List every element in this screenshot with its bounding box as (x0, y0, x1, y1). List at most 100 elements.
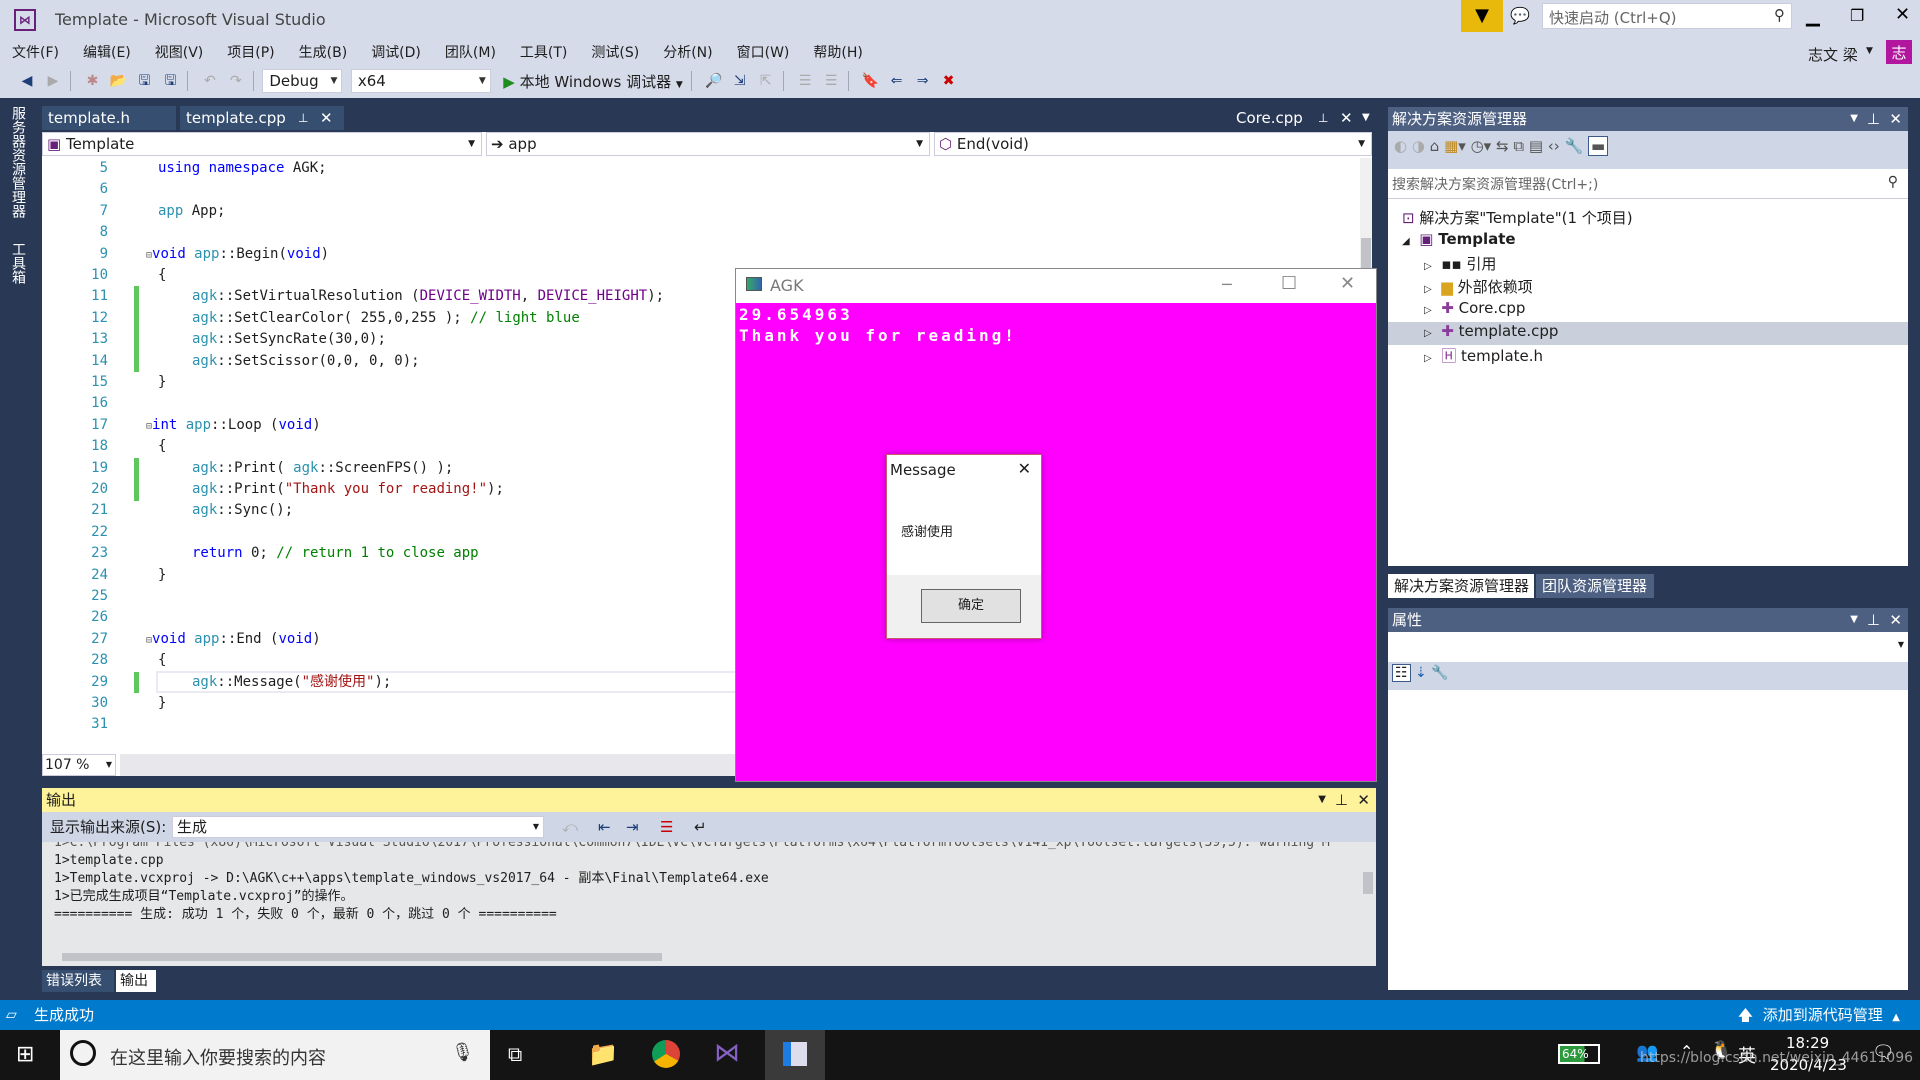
ok-button[interactable]: 确定 (921, 589, 1021, 623)
properties-object-dropdown[interactable]: ▼ (1388, 632, 1908, 662)
collapsed-arrow-icon[interactable]: ▷ (1424, 284, 1432, 295)
forward-icon[interactable]: ▶ (42, 70, 64, 92)
panel-menu-icon[interactable]: ▼ (1850, 608, 1858, 632)
tree-item-solution[interactable]: ⊡ 解决方案"Template"(1 个项目) (1402, 207, 1633, 228)
menu-analyze[interactable]: 分析(N) (651, 40, 724, 64)
home-icon[interactable]: ⌂ (1430, 137, 1440, 155)
undo-icon[interactable]: ↶ (199, 70, 221, 92)
scroll-thumb[interactable] (62, 953, 662, 961)
user-avatar[interactable]: 志 (1886, 40, 1912, 66)
bookmark-icon[interactable]: 🔖 (860, 70, 882, 92)
switch-views-icon[interactable]: ▦ (1444, 137, 1458, 155)
tree-item-references[interactable]: ▷ ▪▪ 引用 (1424, 253, 1496, 274)
tab-close-icon[interactable]: ✕ (1340, 106, 1353, 130)
taskbar-search-box[interactable]: 在这里输入你要搜索的内容 🎙 (60, 1030, 490, 1080)
tree-item-template-h[interactable]: ▷ 🄷 template.h (1424, 345, 1543, 366)
tree-item-template-cpp[interactable]: ▷ ✚ template.cpp (1388, 322, 1908, 345)
source-control-button[interactable]: 🡅 添加到源代码管理 ▲ (1738, 1000, 1900, 1033)
tree-item-external-deps[interactable]: ▷ ▆ 外部依赖项 (1424, 276, 1533, 297)
tab-close-icon[interactable]: ✕ (320, 106, 333, 130)
start-debugging-button[interactable]: ▶ 本地 Windows 调试器 ▼ (503, 71, 683, 92)
menu-build[interactable]: 生成(B) (287, 40, 360, 64)
next-message-icon[interactable]: ⇥ (626, 812, 639, 842)
tab-team-explorer[interactable]: 团队资源管理器 (1536, 574, 1654, 598)
minimize-button[interactable]: ▁ (1806, 6, 1820, 27)
new-project-icon[interactable]: ✱ (81, 70, 103, 92)
step-into-icon[interactable]: ⇲ (729, 70, 751, 92)
uncomment-icon[interactable]: ☰ (820, 70, 842, 92)
output-vertical-scrollbar[interactable] (1360, 842, 1376, 950)
tab-core-cpp[interactable]: Core.cpp ⊥ ✕ ▼ (1230, 106, 1380, 130)
task-view-icon[interactable]: ⧉ (508, 1042, 522, 1066)
go-to-location-icon[interactable]: ⤺ (562, 812, 578, 842)
panel-menu-icon[interactable]: ▼ (1850, 107, 1858, 131)
menu-debug[interactable]: 调试(D) (359, 40, 433, 64)
microphone-icon[interactable]: 🎙 (451, 1042, 474, 1063)
user-dropdown-icon[interactable]: ▼ (1866, 46, 1873, 56)
tab-template-cpp[interactable]: template.cpp ⊥ ✕ (180, 106, 344, 130)
menu-edit[interactable]: 编辑(E) (71, 40, 143, 64)
tab-error-list[interactable]: 错误列表 (42, 970, 114, 992)
pending-changes-icon[interactable]: ◷ (1471, 137, 1484, 155)
platform-dropdown[interactable]: x64 ▼ (350, 69, 491, 93)
view-code-icon[interactable]: ‹› (1548, 137, 1560, 155)
previous-message-icon[interactable]: ⇤ (598, 812, 611, 842)
pin-icon[interactable]: ⊥ (298, 106, 308, 130)
collapse-all-icon[interactable]: ⧉ (1513, 137, 1524, 155)
chrome-icon[interactable] (652, 1040, 680, 1068)
back-icon[interactable]: ◀ (16, 70, 38, 92)
quick-launch-input[interactable]: 快速启动 (Ctrl+Q) ⚲ (1542, 3, 1792, 29)
open-file-icon[interactable]: 📂 (107, 70, 129, 92)
pin-icon[interactable]: ⊥ (1335, 788, 1348, 812)
maximize-button[interactable]: ☐ (1281, 273, 1297, 294)
output-source-dropdown[interactable]: 生成 ▼ (172, 816, 544, 838)
scroll-thumb[interactable] (1363, 872, 1373, 894)
pin-icon[interactable]: ⊥ (1318, 106, 1328, 130)
menu-file[interactable]: 文件(F) (0, 40, 71, 64)
find-in-files-icon[interactable]: 🔎 (703, 70, 725, 92)
categorized-icon[interactable]: ☷ (1392, 664, 1411, 682)
pin-icon[interactable]: ⊥ (1867, 608, 1880, 632)
prev-bookmark-icon[interactable]: ⇐ (886, 70, 908, 92)
menu-window[interactable]: 窗口(W) (725, 40, 802, 64)
member-dropdown[interactable]: ⬡ End(void) ▼ (934, 132, 1372, 156)
agk-title-bar[interactable]: AGK ─ ☐ ✕ (736, 269, 1376, 303)
panel-close-icon[interactable]: ✕ (1357, 788, 1370, 812)
save-icon[interactable]: 🖫 (133, 70, 155, 92)
zoom-dropdown[interactable]: 107 % ▼ (42, 754, 116, 776)
clear-bookmarks-icon[interactable]: ✖ (938, 70, 960, 92)
project-dropdown[interactable]: ▣ Template ▼ (42, 132, 482, 156)
collapsed-arrow-icon[interactable]: ▷ (1424, 261, 1432, 272)
alphabetical-icon[interactable]: ⇣ (1415, 665, 1427, 681)
collapsed-arrow-icon[interactable]: ▷ (1424, 353, 1432, 364)
step-over-icon[interactable]: ⇱ (755, 70, 777, 92)
tab-solution-explorer[interactable]: 解决方案资源管理器 (1388, 574, 1534, 598)
agk-taskbar-button[interactable] (765, 1030, 825, 1080)
menu-view[interactable]: 视图(V) (143, 40, 216, 64)
forward-icon[interactable]: ◑ (1412, 137, 1425, 155)
close-button[interactable]: ✕ (1340, 273, 1355, 294)
pin-icon[interactable]: ⊥ (1867, 107, 1880, 131)
preview-icon[interactable]: ▬ (1588, 136, 1609, 156)
properties-icon[interactable]: 🔧 (1565, 137, 1584, 155)
panel-menu-icon[interactable]: ▼ (1318, 788, 1326, 812)
dialog-close-button[interactable]: ✕ (1018, 459, 1031, 478)
windows-start-button[interactable]: ⊞ (16, 1042, 34, 1067)
user-name[interactable]: 志文 梁 (1808, 44, 1858, 65)
word-wrap-icon[interactable]: ↵ (694, 812, 707, 842)
tab-template-h[interactable]: template.h (42, 106, 176, 130)
menu-test[interactable]: 测试(S) (579, 40, 651, 64)
filter-notification-icon[interactable]: ▼ (1461, 0, 1503, 32)
battery-indicator[interactable]: 64% (1558, 1044, 1600, 1064)
solution-search-input[interactable]: 搜索解决方案资源管理器(Ctrl+;) ⚲ (1388, 169, 1908, 199)
property-pages-icon[interactable]: 🔧 (1431, 665, 1448, 681)
tab-list-dropdown-icon[interactable]: ▼ (1362, 106, 1370, 130)
menu-team[interactable]: 团队(M) (433, 40, 508, 64)
collapsed-arrow-icon[interactable]: ▷ (1424, 305, 1432, 316)
expanded-arrow-icon[interactable]: ◢ (1402, 236, 1410, 247)
server-explorer-tab[interactable]: 服务器资源管理器 (10, 106, 28, 218)
show-all-files-icon[interactable]: ▤ (1529, 137, 1543, 155)
clear-all-icon[interactable]: ☰ (660, 812, 673, 842)
save-all-icon[interactable]: 🖫 (159, 70, 181, 92)
agk-window[interactable]: AGK ─ ☐ ✕ 29.654963 Thank you for readin… (735, 268, 1377, 782)
